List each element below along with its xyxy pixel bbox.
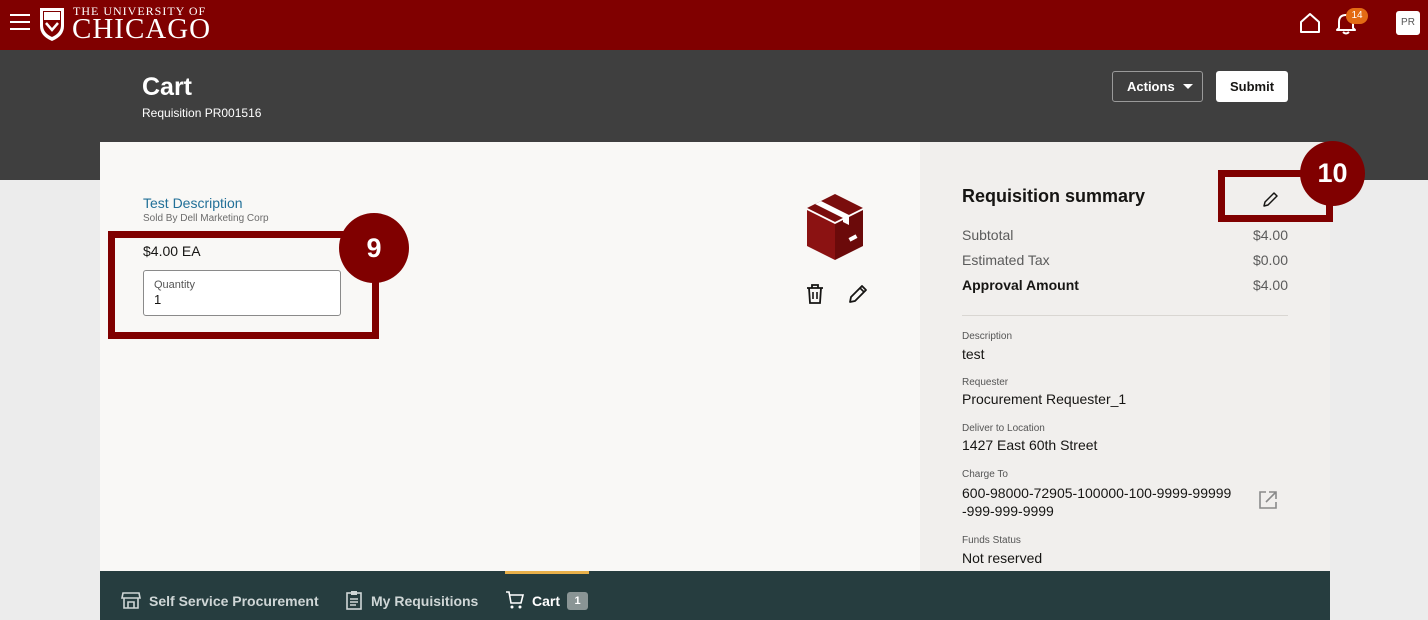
hamburger-menu-icon[interactable]: [10, 14, 30, 30]
notification-count-badge: 14: [1346, 8, 1368, 24]
caret-down-icon: [1183, 84, 1193, 89]
nav-label: Self Service Procurement: [149, 593, 319, 609]
tax-label: Estimated Tax: [962, 252, 1050, 268]
university-crest-icon: [40, 8, 64, 41]
approval-amount-row: Approval Amount $4.00: [962, 277, 1288, 293]
charge-to-label: Charge To: [962, 469, 1008, 480]
user-avatar[interactable]: PR: [1396, 11, 1420, 35]
summary-title: Requisition summary: [962, 186, 1146, 206]
actions-label: Actions: [1127, 79, 1175, 94]
funds-status-value: Not reserved: [962, 550, 1043, 566]
active-tab-indicator: [505, 571, 589, 574]
logo-line2[interactable]: CHICAGO: [72, 14, 211, 44]
requester-value: Procurement Requester_1: [962, 391, 1127, 407]
subtotal-row: Subtotal $4.00: [962, 227, 1288, 243]
tax-row: Estimated Tax $0.00: [962, 252, 1288, 268]
nav-label: Cart: [532, 593, 561, 609]
delete-trash-icon[interactable]: [805, 283, 825, 305]
nav-label: My Requisitions: [371, 593, 479, 609]
clipboard-icon: [346, 591, 362, 610]
store-icon: [121, 592, 141, 609]
annotation-step-badge: 10: [1300, 141, 1365, 206]
funds-status-label: Funds Status: [962, 535, 1021, 546]
description-value: test: [962, 346, 985, 362]
bottom-navigation: Self Service Procurement My Requisitions…: [100, 571, 1330, 620]
home-icon[interactable]: [1299, 12, 1321, 34]
summary-divider: [962, 315, 1288, 316]
approval-amount-value: $4.00: [1252, 277, 1288, 293]
item-seller: Sold By Dell Marketing Corp: [143, 213, 269, 224]
annotation-step-badge: 9: [339, 213, 409, 283]
cart-count-badge: 1: [567, 592, 588, 610]
submit-button[interactable]: Submit: [1216, 71, 1288, 102]
deliver-to-value: 1427 East 60th Street: [962, 437, 1098, 453]
edit-line-pencil-icon[interactable]: [847, 283, 869, 305]
approval-amount-label: Approval Amount: [962, 277, 1079, 293]
subtotal-value: $4.00: [1252, 227, 1288, 243]
top-bar: THE UNIVERSITY OF CHICAGO 14 PR: [0, 0, 1428, 50]
requester-label: Requester: [962, 377, 1009, 388]
open-external-icon[interactable]: [1257, 489, 1279, 511]
cart-icon: [506, 591, 525, 609]
description-label: Description: [962, 331, 1013, 342]
page-title: Cart: [142, 73, 193, 101]
item-description-link[interactable]: Test Description: [143, 195, 243, 211]
actions-button[interactable]: Actions: [1112, 71, 1203, 102]
deliver-to-label: Deliver to Location: [962, 423, 1045, 434]
subtotal-label: Subtotal: [962, 227, 1014, 243]
tax-value: $0.00: [1252, 252, 1288, 268]
charge-to-value: 600-98000-72905-100000-100-9999-99999-99…: [962, 485, 1232, 519]
requisition-number: Requisition PR001516: [142, 106, 262, 120]
package-box-icon: [807, 194, 863, 260]
